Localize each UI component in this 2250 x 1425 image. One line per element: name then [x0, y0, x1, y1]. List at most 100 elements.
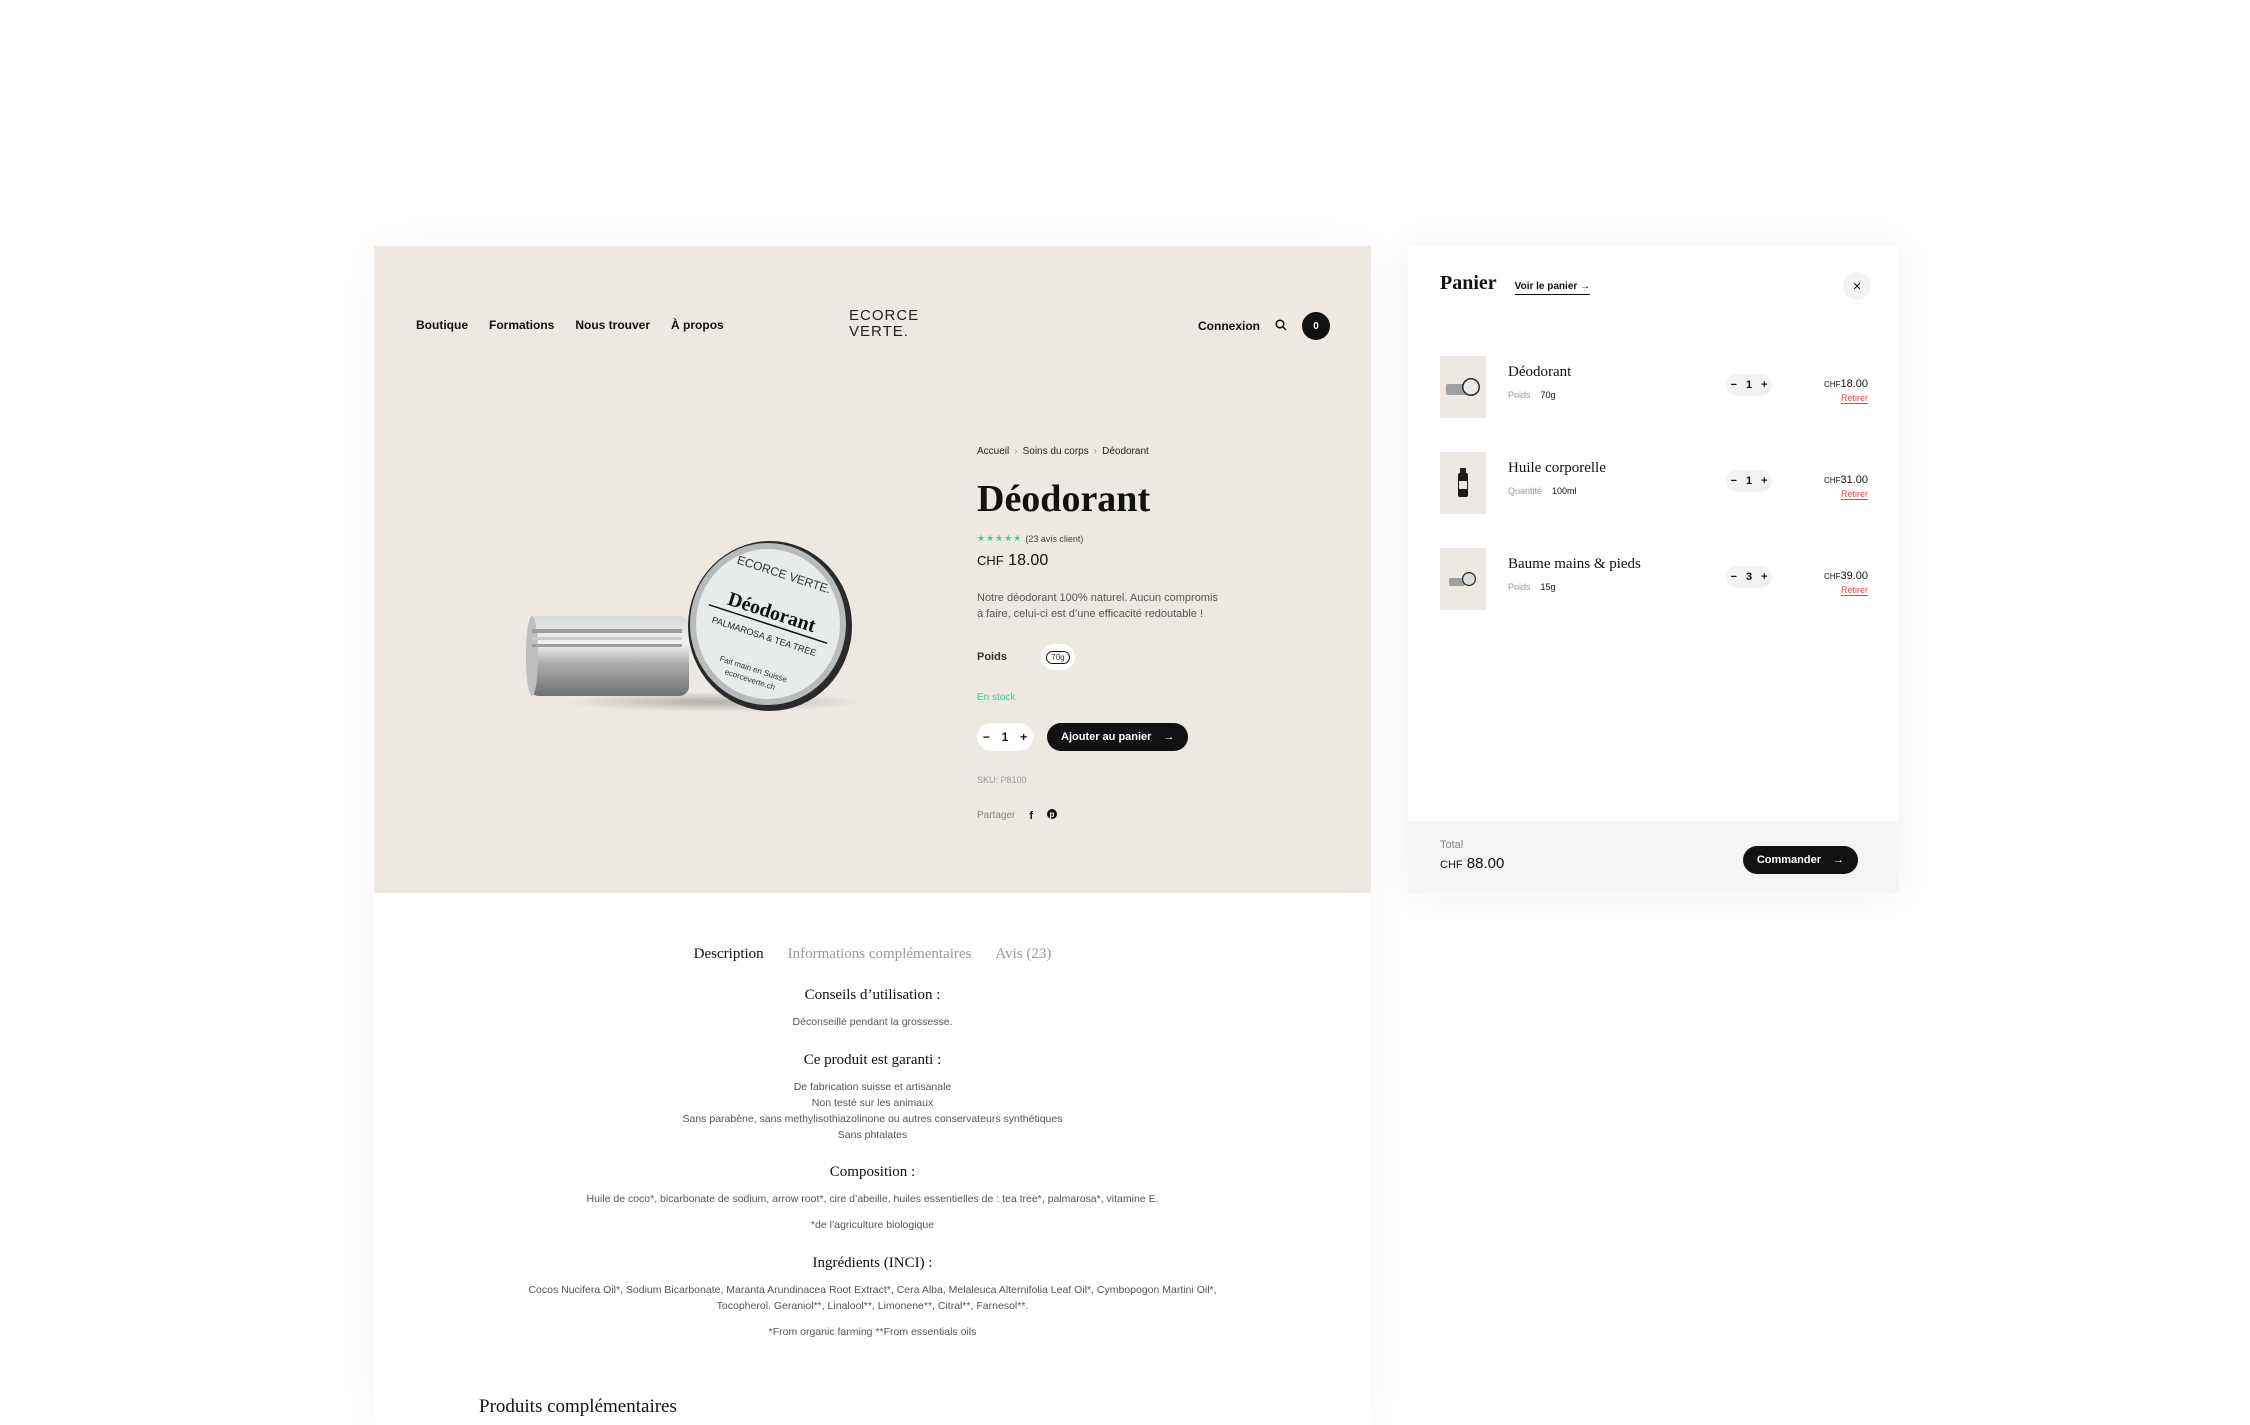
usage-text: Déconseillé pendant la grossesse.	[792, 1016, 953, 1028]
share-row: Partager f p	[977, 809, 1237, 822]
minus-icon[interactable]: −	[1731, 379, 1737, 391]
arrow-right-icon: →	[1833, 854, 1844, 866]
price-value: 18.00	[1008, 552, 1049, 569]
guarantee-section: Ce produit est garanti : De fabrication …	[374, 1052, 1371, 1143]
add-to-cart-button[interactable]: Ajouter au panier →	[1047, 723, 1189, 751]
arrow-right-icon: →	[1580, 281, 1591, 292]
view-cart-link[interactable]: Voir le panier →	[1514, 281, 1591, 295]
cart-item-quantity-stepper: − 3 +	[1726, 566, 1772, 588]
cart-item: Déodorant Poids 70g − 1 + CHF18.00 Retire…	[1440, 356, 1868, 418]
nav-link-formations[interactable]: Formations	[489, 318, 554, 332]
plus-icon[interactable]: +	[1761, 571, 1767, 583]
cart-item-quantity: 1	[1745, 475, 1753, 487]
product-hero: Boutique Formations Nous trouver À propo…	[374, 246, 1371, 893]
guarantee-item: Sans phtalates	[837, 1129, 908, 1141]
cart-item-remove-link[interactable]: Retirer	[1840, 585, 1868, 596]
inci-note: *From organic farming **From essentials …	[768, 1326, 977, 1338]
product-sku: SKU: P8100	[977, 775, 1027, 785]
cart-item-quantity: 3	[1745, 571, 1753, 583]
plus-icon[interactable]: +	[1761, 475, 1767, 487]
pinterest-icon[interactable]: p	[1047, 809, 1058, 822]
breadcrumb-home[interactable]: Accueil	[977, 446, 1009, 457]
share-label: Partager	[977, 810, 1016, 821]
cart-item-meta-value: 70g	[1540, 390, 1556, 400]
nav-link-nous-trouver[interactable]: Nous trouver	[575, 318, 650, 332]
plus-icon[interactable]: +	[1761, 379, 1767, 391]
cart-item: Huile corporelle Quantité 100ml − 1 + CHF…	[1440, 452, 1868, 514]
breadcrumb-current: Déodorant	[1102, 446, 1149, 457]
close-icon[interactable]: ✕	[1843, 272, 1871, 300]
cart-item-remove-link[interactable]: Retirer	[1840, 393, 1868, 404]
cart-item-meta: Quantité 100ml	[1508, 486, 1577, 496]
stock-status: En stock	[977, 692, 1016, 703]
composition-text: Huile de coco*, bicarbonate de sodium, a…	[586, 1193, 1159, 1205]
plus-icon[interactable]: +	[1020, 730, 1027, 744]
nav-link-a-propos[interactable]: À propos	[671, 318, 724, 332]
add-to-cart-label: Ajouter au panier	[1061, 731, 1152, 743]
breadcrumb-category[interactable]: Soins du corps	[1023, 446, 1089, 457]
product-page: Boutique Formations Nous trouver À propo…	[374, 246, 1371, 1425]
tab-avis[interactable]: Avis (23)	[995, 946, 1051, 963]
cart-item-currency: CHF	[1824, 476, 1841, 485]
weight-option-label: 70g	[1046, 650, 1070, 664]
nav-link-boutique[interactable]: Boutique	[416, 318, 468, 332]
inci-line: Tocopherol. Geraniol**, Linalool**, Limo…	[716, 1300, 1029, 1312]
cart-item-meta-key: Quantité	[1508, 486, 1543, 496]
product-tabs: Description Informations complémentaires…	[374, 946, 1371, 963]
breadcrumb-separator-icon: ›	[1093, 446, 1098, 457]
total-value: CHF 88.00	[1440, 855, 1504, 872]
minus-icon[interactable]: −	[1731, 571, 1737, 583]
facebook-icon[interactable]: f	[1029, 810, 1033, 822]
minus-icon[interactable]: −	[983, 730, 990, 744]
cart-item-meta: Poids 70g	[1508, 390, 1556, 400]
minus-icon[interactable]: −	[1731, 475, 1737, 487]
product-info: Accueil › Soins du corps › Déodorant Déo…	[977, 446, 1237, 822]
product-title: Déodorant	[977, 478, 1151, 520]
breadcrumb: Accueil › Soins du corps › Déodorant	[977, 446, 1237, 457]
arrow-right-icon: →	[1163, 731, 1175, 743]
cart-header: Panier Voir le panier →	[1440, 272, 1591, 295]
cart-item-price: CHF39.00	[1824, 570, 1868, 582]
checkout-button[interactable]: Commander →	[1742, 846, 1858, 874]
cart-panel: Panier Voir le panier → ✕ Déodorant Poid…	[1408, 246, 1899, 893]
price-currency: CHF	[977, 553, 1004, 568]
guarantee-item: Non testé sur les animaux	[811, 1097, 934, 1109]
cart-item-currency: CHF	[1824, 380, 1841, 389]
nav-actions: Connexion 0	[1198, 312, 1330, 340]
product-rating[interactable]: ★★★★★ (23 avis client)	[977, 533, 1237, 544]
inci-section: Ingrédients (INCI) : Cocos Nucifera Oil*…	[374, 1255, 1371, 1340]
cart-item-meta: Poids 15g	[1508, 582, 1556, 592]
weight-option-70g[interactable]: 70g	[1040, 644, 1075, 670]
composition-note: *de l’agriculture biologique	[810, 1219, 935, 1231]
cart-item-price-value: 18.00	[1840, 378, 1868, 390]
guarantee-item: Sans parabène, sans methylisothiazolinon…	[682, 1113, 1063, 1125]
product-image: ECORCE VERTE. Déodorant PALMAROSA & TEA …	[526, 541, 864, 712]
composition-section: Composition : Huile de coco*, bicarbonat…	[374, 1164, 1371, 1233]
weight-label: Poids	[977, 651, 1007, 663]
cart-item-quantity: 1	[1745, 379, 1753, 391]
logo-line-2: VERTE.	[849, 323, 909, 340]
cart-item-quantity-stepper: − 1 +	[1726, 470, 1772, 492]
cart-item-remove-link[interactable]: Retirer	[1840, 489, 1868, 500]
total-currency: CHF	[1440, 859, 1463, 871]
cart-item-quantity-stepper: − 1 +	[1726, 374, 1772, 396]
site-logo[interactable]: ECORCE VERTE.	[849, 307, 920, 340]
guarantee-item: De fabrication suisse et artisanale	[793, 1081, 952, 1093]
cart-item-currency: CHF	[1824, 572, 1841, 581]
usage-section: Conseils d’utilisation : Déconseillé pen…	[374, 987, 1371, 1030]
cart-item-thumbnail	[1440, 548, 1486, 610]
logo-line-1: ECORCE	[849, 307, 920, 324]
cart-footer: Total CHF 88.00 Commander →	[1408, 821, 1899, 893]
cart-item-name: Déodorant	[1508, 364, 1572, 380]
search-icon[interactable]	[1275, 318, 1287, 334]
guarantee-title: Ce produit est garanti :	[803, 1052, 942, 1068]
tab-description[interactable]: Description	[694, 946, 764, 963]
quantity-value: 1	[1001, 730, 1009, 744]
total-label: Total	[1440, 839, 1464, 851]
login-link[interactable]: Connexion	[1198, 319, 1260, 333]
cart-item-price-value: 39.00	[1840, 570, 1868, 582]
tab-informations[interactable]: Informations complémentaires	[788, 946, 972, 963]
cart-item-name: Huile corporelle	[1508, 460, 1606, 476]
product-description: Notre déodorant 100% naturel. Aucun comp…	[977, 592, 1218, 620]
cart-count-button[interactable]: 0	[1302, 312, 1330, 340]
